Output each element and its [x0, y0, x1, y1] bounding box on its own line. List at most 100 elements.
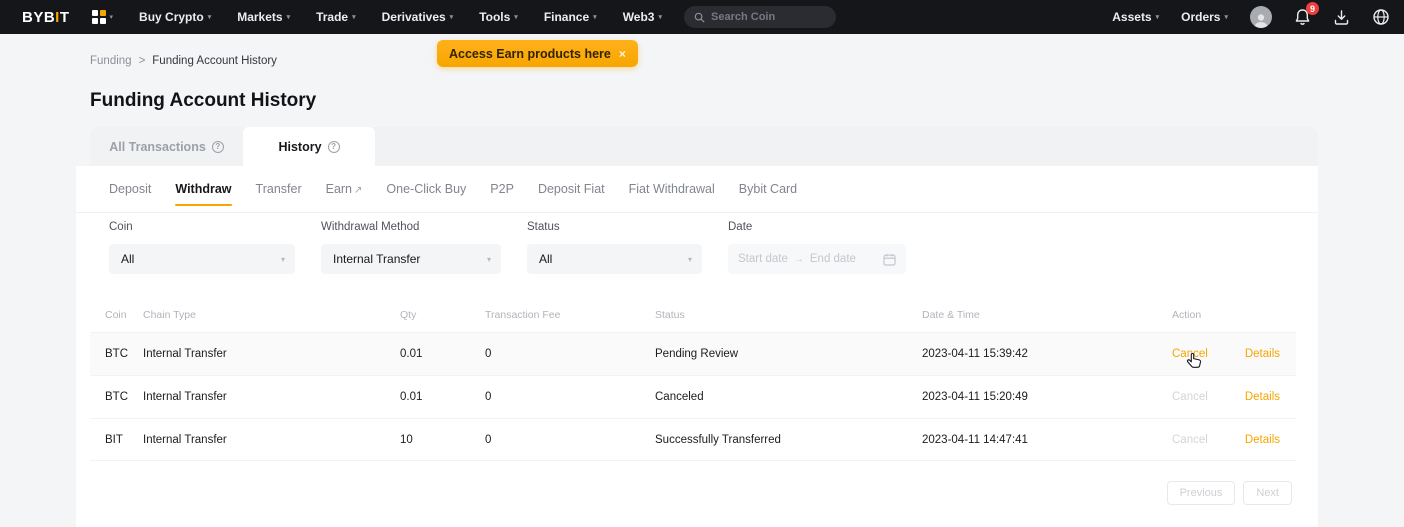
person-icon — [1252, 12, 1270, 28]
col-action: Action — [1172, 309, 1296, 321]
previous-button[interactable]: Previous — [1167, 481, 1236, 505]
cell-coin: BIT — [90, 434, 143, 446]
date-filter-label: Date — [728, 221, 906, 235]
table-row: BTC Internal Transfer 0.01 0 Canceled 20… — [90, 375, 1296, 418]
nav-item-markets[interactable]: Markets▾ — [237, 10, 290, 24]
search-placeholder: Search Coin — [711, 11, 775, 23]
breadcrumb-funding[interactable]: Funding — [90, 55, 132, 67]
pagination: Previous Next — [76, 481, 1292, 505]
range-arrow-icon: → — [794, 254, 804, 265]
download-app-button[interactable] — [1333, 9, 1350, 26]
subtab-earn[interactable]: Earn↗ — [326, 167, 363, 211]
chevron-down-icon: ▾ — [658, 13, 662, 21]
subtab-fiat-withdrawal[interactable]: Fiat Withdrawal — [629, 167, 715, 211]
cell-qty: 10 — [400, 434, 485, 446]
language-button[interactable] — [1372, 8, 1390, 26]
calendar-icon — [883, 253, 896, 266]
col-coin: Coin — [90, 309, 143, 321]
globe-icon — [1372, 8, 1390, 26]
coin-filter-label: Coin — [109, 221, 295, 235]
main-menu: Buy Crypto▾ Markets▾ Trade▾ Derivatives▾… — [139, 10, 662, 24]
nav-item-finance[interactable]: Finance▾ — [544, 10, 597, 24]
nav-item-buy-crypto[interactable]: Buy Crypto▾ — [139, 10, 211, 24]
withdraw-history-table: Coin Chain Type Qty Transaction Fee Stat… — [90, 298, 1296, 461]
top-navbar: BYBIT ▾ Buy Crypto▾ Markets▾ Trade▾ Deri… — [0, 0, 1404, 34]
earn-products-banner[interactable]: Access Earn products here × — [437, 40, 638, 67]
download-icon — [1333, 9, 1350, 26]
chevron-down-icon: ▾ — [514, 13, 518, 21]
search-input[interactable]: Search Coin — [684, 6, 836, 28]
cell-status: Pending Review — [655, 348, 922, 360]
search-icon — [694, 12, 705, 23]
nav-item-trade[interactable]: Trade▾ — [316, 10, 356, 24]
apps-grid-icon[interactable]: ▾ — [92, 10, 114, 24]
subtab-withdraw[interactable]: Withdraw — [175, 167, 231, 211]
nav-item-assets[interactable]: Assets▾ — [1112, 10, 1159, 24]
subtab-transfer[interactable]: Transfer — [256, 167, 302, 211]
chevron-down-icon: ▾ — [593, 13, 597, 21]
cell-fee: 0 — [485, 391, 655, 403]
breadcrumb-separator: > — [139, 55, 146, 67]
breadcrumb-current: Funding Account History — [152, 55, 277, 67]
details-link[interactable]: Details — [1245, 391, 1280, 403]
chevron-down-icon: ▾ — [287, 13, 291, 21]
chevron-down-icon: ▾ — [1224, 13, 1228, 21]
subtab-bybit-card[interactable]: Bybit Card — [739, 167, 797, 211]
user-avatar[interactable] — [1250, 6, 1272, 28]
external-link-icon: ↗ — [354, 185, 362, 196]
cell-coin: BTC — [90, 391, 143, 403]
nav-item-derivatives[interactable]: Derivatives▾ — [382, 10, 454, 24]
chevron-down-icon: ▾ — [688, 255, 692, 264]
nav-item-orders[interactable]: Orders▾ — [1181, 10, 1228, 24]
subtab-deposit[interactable]: Deposit — [109, 167, 151, 211]
cell-qty: 0.01 — [400, 348, 485, 360]
date-range-picker[interactable]: Start date → End date — [728, 244, 906, 274]
bybit-logo[interactable]: BYBIT — [22, 9, 70, 26]
details-link[interactable]: Details — [1245, 348, 1280, 360]
page-title: Funding Account History — [90, 90, 316, 112]
history-card: All Transactions ? History ? Deposit Wit… — [76, 127, 1318, 527]
cell-coin: BTC — [90, 348, 143, 360]
withdrawal-method-label: Withdrawal Method — [321, 221, 501, 235]
nav-item-tools[interactable]: Tools▾ — [479, 10, 518, 24]
close-icon[interactable]: × — [619, 47, 626, 61]
cancel-link: Cancel — [1172, 391, 1208, 403]
start-date-placeholder: Start date — [738, 253, 788, 265]
next-button[interactable]: Next — [1243, 481, 1292, 505]
navbar-right: Assets▾ Orders▾ 9 — [1112, 6, 1390, 28]
cell-datetime: 2023-04-11 15:39:42 — [922, 348, 1172, 360]
notifications-button[interactable]: 9 — [1294, 8, 1311, 26]
withdrawal-method-select[interactable]: Internal Transfer▾ — [321, 244, 501, 274]
subtab-one-click-buy[interactable]: One-Click Buy — [386, 167, 466, 211]
tab-history[interactable]: History ? — [243, 127, 375, 166]
subtab-p2p[interactable]: P2P — [490, 167, 514, 211]
card-body: Deposit Withdraw Transfer Earn↗ One-Clic… — [76, 166, 1318, 527]
cell-fee: 0 — [485, 434, 655, 446]
status-select[interactable]: All▾ — [527, 244, 702, 274]
account-tabs: All Transactions ? History ? — [90, 127, 1318, 166]
cell-chain-type: Internal Transfer — [143, 348, 400, 360]
cell-status: Canceled — [655, 391, 922, 403]
table-row: BTC Internal Transfer 0.01 0 Pending Rev… — [90, 332, 1296, 375]
coin-select[interactable]: All▾ — [109, 244, 295, 274]
mouse-cursor-icon — [1186, 352, 1203, 370]
help-icon: ? — [328, 141, 340, 153]
cell-chain-type: Internal Transfer — [143, 434, 400, 446]
table-header: Coin Chain Type Qty Transaction Fee Stat… — [90, 298, 1296, 332]
end-date-placeholder: End date — [810, 253, 856, 265]
cell-status: Successfully Transferred — [655, 434, 922, 446]
chevron-down-icon: ▾ — [1156, 13, 1160, 21]
col-date-time: Date & Time — [922, 309, 1172, 321]
history-subtabs: Deposit Withdraw Transfer Earn↗ One-Clic… — [76, 166, 1318, 213]
details-link[interactable]: Details — [1245, 434, 1280, 446]
help-icon: ? — [212, 141, 224, 153]
subtab-deposit-fiat[interactable]: Deposit Fiat — [538, 167, 605, 211]
col-status: Status — [655, 309, 922, 321]
nav-item-web3[interactable]: Web3▾ — [623, 10, 662, 24]
col-chain-type: Chain Type — [143, 309, 400, 321]
notification-badge: 9 — [1306, 2, 1319, 15]
tab-all-transactions[interactable]: All Transactions ? — [90, 127, 243, 166]
chevron-down-icon: ▾ — [450, 13, 454, 21]
chevron-down-icon: ▾ — [352, 13, 356, 21]
table-row: BIT Internal Transfer 10 0 Successfully … — [90, 418, 1296, 461]
